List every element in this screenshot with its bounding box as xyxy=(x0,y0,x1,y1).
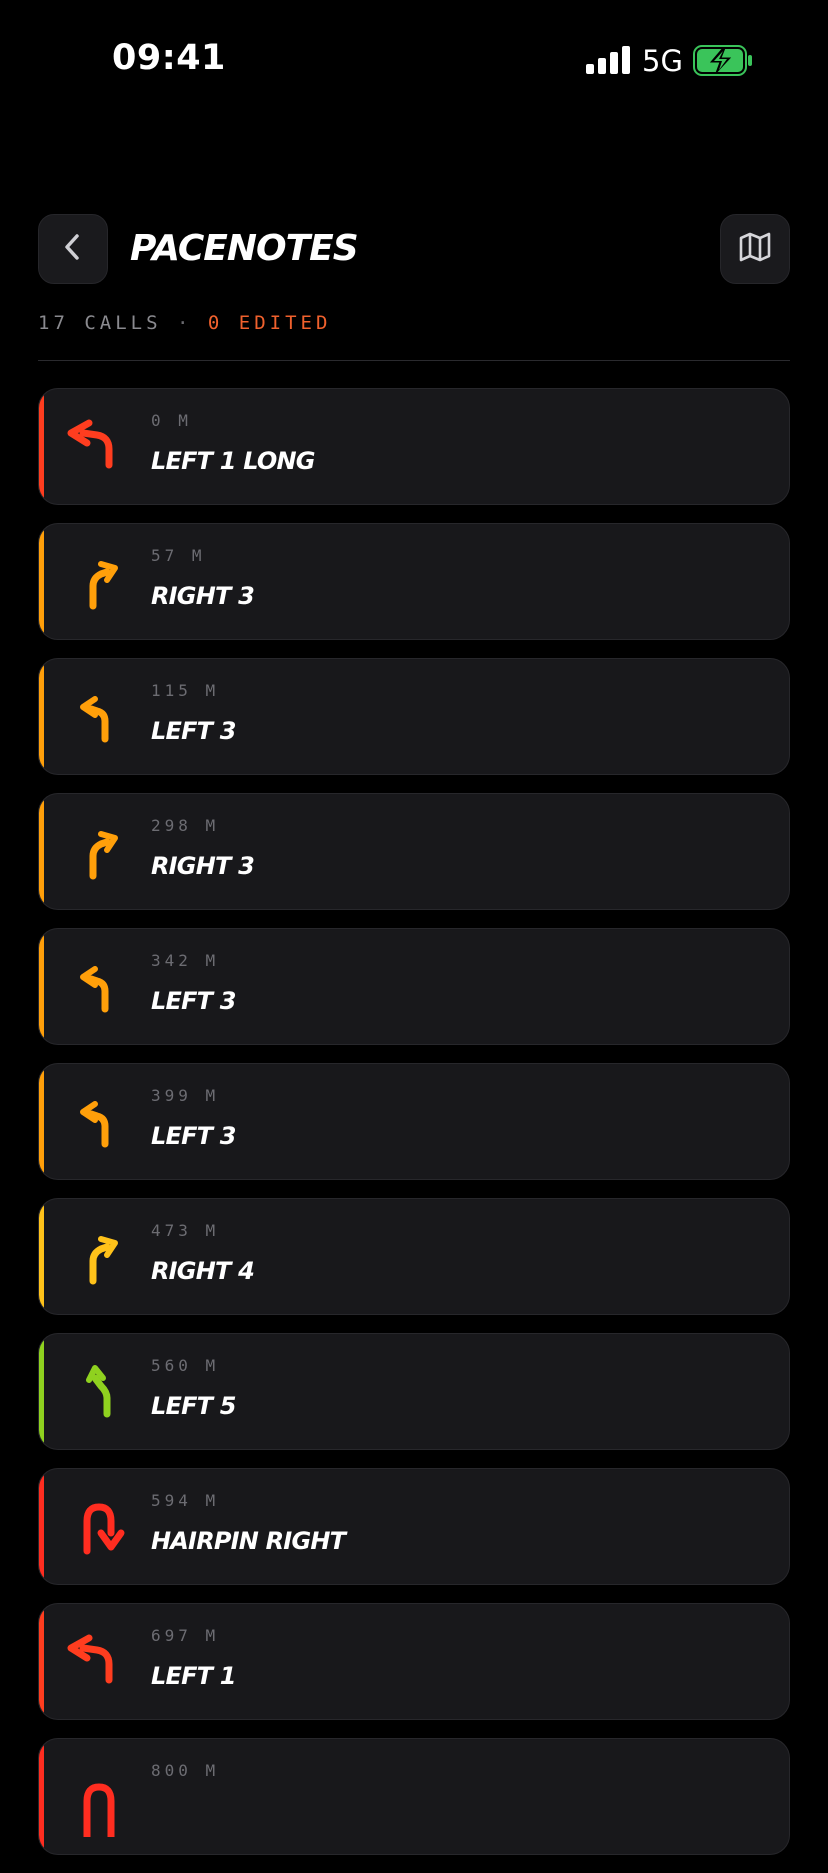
right-turn-icon xyxy=(53,542,133,622)
pacenote-call: HAIRPIN RIGHT xyxy=(151,1527,346,1555)
pacenote-distance: 115 M xyxy=(151,681,220,700)
battery-charging-icon xyxy=(693,45,753,76)
right-turn-icon xyxy=(53,1217,133,1297)
pacenote-card[interactable]: 473 M RIGHT 4 xyxy=(38,1198,790,1315)
pacenote-call: RIGHT 4 xyxy=(151,1257,255,1285)
network-label: 5G xyxy=(642,44,683,78)
back-button[interactable] xyxy=(38,214,108,284)
pacenote-card[interactable]: 0 M LEFT 1 LONG xyxy=(38,388,790,505)
pacenote-card[interactable]: 399 M LEFT 3 xyxy=(38,1063,790,1180)
calls-count: 17 CALLS xyxy=(38,312,162,334)
pacenote-call: RIGHT 3 xyxy=(151,582,255,610)
sharp-left-turn-icon xyxy=(53,407,133,487)
pacenote-card[interactable]: 115 M LEFT 3 xyxy=(38,658,790,775)
severity-accent xyxy=(39,659,44,774)
left-turn-icon xyxy=(53,947,133,1027)
summary-separator: · xyxy=(176,312,193,334)
severity-accent xyxy=(39,389,44,504)
map-icon xyxy=(738,231,772,268)
pacenote-call: LEFT 5 xyxy=(151,1392,237,1420)
pacenote-card[interactable]: 594 M HAIRPIN RIGHT xyxy=(38,1468,790,1585)
pacenote-distance: 342 M xyxy=(151,951,220,970)
pacenote-list: 0 M LEFT 1 LONG 57 M RIGHT 3 115 M LEFT … xyxy=(38,388,790,1873)
severity-accent xyxy=(39,929,44,1044)
hairpin-right-icon xyxy=(53,1487,133,1567)
pacenote-distance: 473 M xyxy=(151,1221,220,1240)
right-turn-icon xyxy=(53,812,133,892)
pacenote-card[interactable]: 560 M LEFT 5 xyxy=(38,1333,790,1450)
edited-count: 0 EDITED xyxy=(207,312,332,334)
severity-accent xyxy=(39,794,44,909)
pacenote-card[interactable]: 342 M LEFT 3 xyxy=(38,928,790,1045)
severity-accent xyxy=(39,524,44,639)
pacenote-card[interactable]: 697 M LEFT 1 xyxy=(38,1603,790,1720)
severity-accent xyxy=(39,1199,44,1314)
pacenote-card[interactable]: 57 M RIGHT 3 xyxy=(38,523,790,640)
status-bar: 09:41 5G xyxy=(0,0,828,120)
signal-icon xyxy=(586,46,630,74)
header: PACENOTES xyxy=(38,214,790,286)
divider xyxy=(38,360,790,361)
severity-accent xyxy=(39,1334,44,1449)
pacenote-call: LEFT 1 xyxy=(151,1662,237,1690)
severity-accent xyxy=(39,1604,44,1719)
summary-line: 17 CALLS · 0 EDITED xyxy=(38,312,331,334)
severity-accent xyxy=(39,1064,44,1179)
pacenote-distance: 57 M xyxy=(151,546,206,565)
status-time: 09:41 xyxy=(112,38,226,78)
pacenote-call: RIGHT 3 xyxy=(151,852,255,880)
pacenote-distance: 697 M xyxy=(151,1626,220,1645)
map-button[interactable] xyxy=(720,214,790,284)
page-title: PACENOTES xyxy=(130,228,359,269)
pacenote-card[interactable]: 800 M xyxy=(38,1738,790,1855)
hairpin-icon xyxy=(53,1757,133,1841)
pacenote-distance: 298 M xyxy=(151,816,220,835)
slight-left-icon xyxy=(53,1352,133,1432)
pacenote-card[interactable]: 298 M RIGHT 3 xyxy=(38,793,790,910)
pacenote-call: LEFT 3 xyxy=(151,717,237,745)
severity-accent xyxy=(39,1469,44,1584)
severity-accent xyxy=(39,1739,44,1854)
pacenote-distance: 800 M xyxy=(151,1761,220,1780)
pacenote-distance: 594 M xyxy=(151,1491,220,1510)
left-turn-icon xyxy=(53,677,133,757)
pacenote-distance: 0 M xyxy=(151,411,192,430)
pacenote-call: LEFT 3 xyxy=(151,1122,237,1150)
pacenote-call: LEFT 1 LONG xyxy=(151,447,316,475)
pacenote-distance: 399 M xyxy=(151,1086,220,1105)
chevron-left-icon xyxy=(59,231,87,268)
pacenote-distance: 560 M xyxy=(151,1356,220,1375)
sharp-left-turn-icon xyxy=(53,1622,133,1702)
left-turn-icon xyxy=(53,1082,133,1162)
pacenote-call: LEFT 3 xyxy=(151,987,237,1015)
